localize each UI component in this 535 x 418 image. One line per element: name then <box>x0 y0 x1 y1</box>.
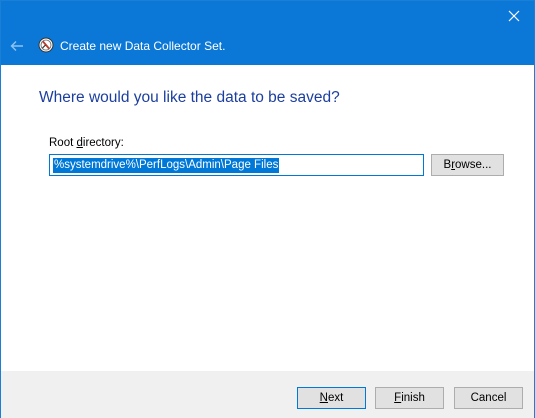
finish-label-accelerator: F <box>394 392 402 404</box>
root-label-part: irectory: <box>82 137 124 149</box>
window-title: Create new Data Collector Set. <box>60 39 226 53</box>
browse-label-part: owse... <box>455 159 492 171</box>
root-label-part: Root <box>49 137 77 149</box>
next-button[interactable]: Next <box>297 387 366 409</box>
next-label-accelerator: N <box>319 392 328 404</box>
dialog-window: Create new Data Collector Set. Where wou… <box>0 0 535 418</box>
cancel-button[interactable]: Cancel <box>454 387 523 409</box>
close-icon <box>508 10 520 22</box>
root-directory-input[interactable]: %systemdrive%\PerfLogs\Admin\Page Files <box>49 154 424 176</box>
close-button[interactable] <box>500 3 528 29</box>
next-button-label: Next <box>299 389 364 407</box>
browse-button[interactable]: Br owse... <box>431 154 504 176</box>
next-label-part: ext <box>327 392 344 404</box>
finish-button[interactable]: Finish <box>375 387 444 409</box>
back-arrow-icon <box>10 41 23 51</box>
back-button[interactable] <box>7 37 27 55</box>
data-collector-set-icon <box>38 37 54 53</box>
browse-label-part: B <box>443 159 452 171</box>
finish-label-part: inish <box>401 392 425 404</box>
root-directory-label: Root directory: <box>49 137 124 150</box>
title-bar: Create new Data Collector Set. <box>1 1 534 65</box>
root-directory-value: %systemdrive%\PerfLogs\Admin\Page Files <box>53 158 280 173</box>
page-heading: Where would you like the data to be save… <box>39 89 340 106</box>
